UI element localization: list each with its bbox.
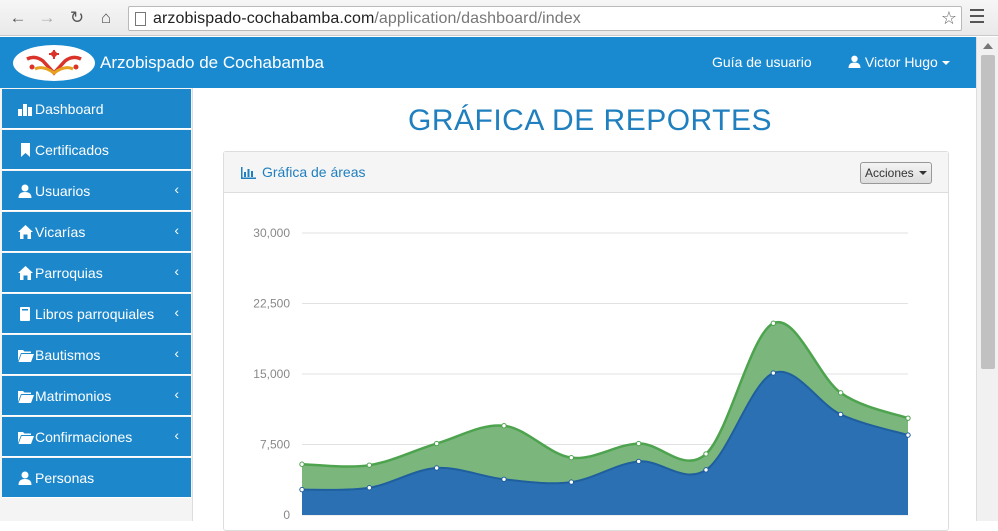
- series-2-point: [433, 440, 440, 447]
- page-icon: [135, 12, 146, 26]
- user-icon: [18, 471, 32, 485]
- logo-icon: [26, 50, 82, 76]
- sidebar-item-label: Matrimonios: [35, 388, 112, 404]
- caret-down-icon: [919, 171, 928, 175]
- sidebar-item-bautismos[interactable]: Bautismos ‹: [2, 335, 191, 375]
- sidebar: Dashboard Certificados Usuarios ‹ Vicarí…: [0, 88, 193, 521]
- user-name: Victor Hugo: [864, 54, 938, 70]
- sidebar-item-parroquias[interactable]: Parroquias ‹: [2, 253, 191, 293]
- browser-toolbar: ← → ↻ ⌂ arzobispado-cochabamba.com/appli…: [0, 0, 998, 36]
- folder-open-icon: [18, 432, 34, 444]
- series-2-point: [770, 320, 777, 326]
- y-tick-label: 30,000: [253, 226, 290, 240]
- sidebar-item-personas[interactable]: Personas: [2, 458, 191, 498]
- series-1-point: [703, 467, 709, 473]
- series-1-point: [501, 476, 507, 482]
- series-1-point: [433, 465, 440, 471]
- sidebar-item-label: Dashboard: [35, 101, 104, 117]
- sidebar-item-label: Vicarías: [35, 224, 86, 240]
- series-2-point: [837, 390, 844, 396]
- series-2-point: [635, 440, 642, 447]
- series-2-point: [299, 461, 305, 467]
- chevron-left-icon: ‹: [174, 386, 179, 402]
- sidebar-item-label: Usuarios: [35, 183, 91, 199]
- bar-chart-icon: [18, 104, 32, 116]
- user-menu[interactable]: Victor Hugo: [848, 54, 950, 70]
- reload-icon[interactable]: ↻: [66, 7, 88, 29]
- series-2-point: [501, 423, 507, 429]
- y-tick-label: 22,500: [253, 297, 290, 311]
- panel-title: Gráfica de áreas: [262, 164, 366, 180]
- menu-icon[interactable]: [970, 9, 984, 25]
- chevron-left-icon: ‹: [174, 427, 179, 443]
- sidebar-item-confirmaciones[interactable]: Confirmaciones ‹: [2, 417, 191, 457]
- series-1-point: [568, 479, 575, 485]
- url-host: arzobispado-cochabamba.com: [153, 10, 375, 27]
- sidebar-item-libros-parroquiales[interactable]: Libros parroquiales ‹: [2, 294, 191, 334]
- sidebar-item-label: Libros parroquiales: [35, 306, 155, 322]
- scrollbar-thumb[interactable]: [981, 55, 995, 369]
- back-icon[interactable]: ←: [7, 7, 29, 29]
- actions-dropdown-button[interactable]: Acciones: [860, 162, 932, 184]
- series-2-point: [366, 462, 373, 468]
- page-title: GRÁFICA DE REPORTES: [408, 104, 773, 137]
- sidebar-item-label: Personas: [35, 470, 95, 486]
- y-tick-label: 0: [283, 508, 290, 521]
- series-1-point: [299, 486, 305, 493]
- series-2-point: [568, 454, 575, 461]
- series-2-point: [905, 415, 911, 421]
- sidebar-item-label: Certificados: [35, 142, 109, 158]
- caret-down-icon: [941, 61, 950, 65]
- home-icon: [18, 266, 33, 280]
- book-icon: [20, 307, 30, 321]
- series-2-point: [703, 451, 709, 457]
- series-1-point: [635, 458, 642, 465]
- star-icon[interactable]: ☆: [941, 8, 957, 29]
- chevron-left-icon: ‹: [174, 345, 179, 361]
- app-navbar: Arzobispado de Cochabamba Guía de usuari…: [0, 37, 976, 88]
- folder-open-icon: [18, 350, 34, 362]
- area-chart: 30,000 22,500 15,000 7,500 0: [253, 226, 911, 521]
- series-1-point: [770, 370, 777, 376]
- user-icon: [848, 55, 861, 68]
- y-tick-label: 7,500: [260, 438, 290, 452]
- sidebar-item-usuarios[interactable]: Usuarios ‹: [2, 171, 191, 211]
- chevron-left-icon: ‹: [174, 222, 179, 238]
- folder-open-icon: [18, 391, 34, 403]
- home-icon[interactable]: ⌂: [95, 7, 117, 29]
- series-1-point: [837, 411, 844, 418]
- chevron-left-icon: ‹: [174, 304, 179, 320]
- bookmark-icon: [21, 143, 30, 157]
- logo[interactable]: [13, 45, 95, 81]
- y-tick-label: 15,000: [253, 367, 290, 381]
- sidebar-item-label: Parroquias: [35, 265, 103, 281]
- home-icon: [18, 225, 33, 239]
- chevron-left-icon: ‹: [174, 263, 179, 279]
- sidebar-item-label: Bautismos: [35, 347, 101, 363]
- brand-title[interactable]: Arzobispado de Cochabamba: [100, 53, 324, 73]
- sidebar-item-matrimonios[interactable]: Matrimonios ‹: [2, 376, 191, 416]
- page-scrollbar[interactable]: [976, 37, 998, 521]
- series-1-point: [366, 485, 373, 491]
- url-path: /application/dashboard/index: [374, 10, 581, 27]
- chevron-left-icon: ‹: [174, 181, 179, 197]
- sidebar-item-label: Confirmaciones: [35, 429, 133, 445]
- sidebar-item-certificados[interactable]: Certificados: [2, 130, 191, 170]
- forward-icon[interactable]: →: [36, 7, 58, 29]
- bar-chart-icon: [241, 167, 256, 179]
- user-guide-link[interactable]: Guía de usuario: [712, 54, 812, 70]
- series-1-point: [905, 432, 911, 438]
- actions-label: Acciones: [864, 166, 914, 180]
- url-text[interactable]: arzobispado-cochabamba.com/application/d…: [153, 10, 581, 28]
- panel-header: Gráfica de áreas Acciones: [224, 152, 948, 193]
- sidebar-item-vicarias[interactable]: Vicarías ‹: [2, 212, 191, 252]
- sidebar-item-dashboard[interactable]: Dashboard: [2, 89, 191, 129]
- address-bar[interactable]: arzobispado-cochabamba.com/application/d…: [128, 6, 962, 31]
- scroll-up-icon[interactable]: [983, 43, 993, 49]
- user-icon: [18, 184, 32, 198]
